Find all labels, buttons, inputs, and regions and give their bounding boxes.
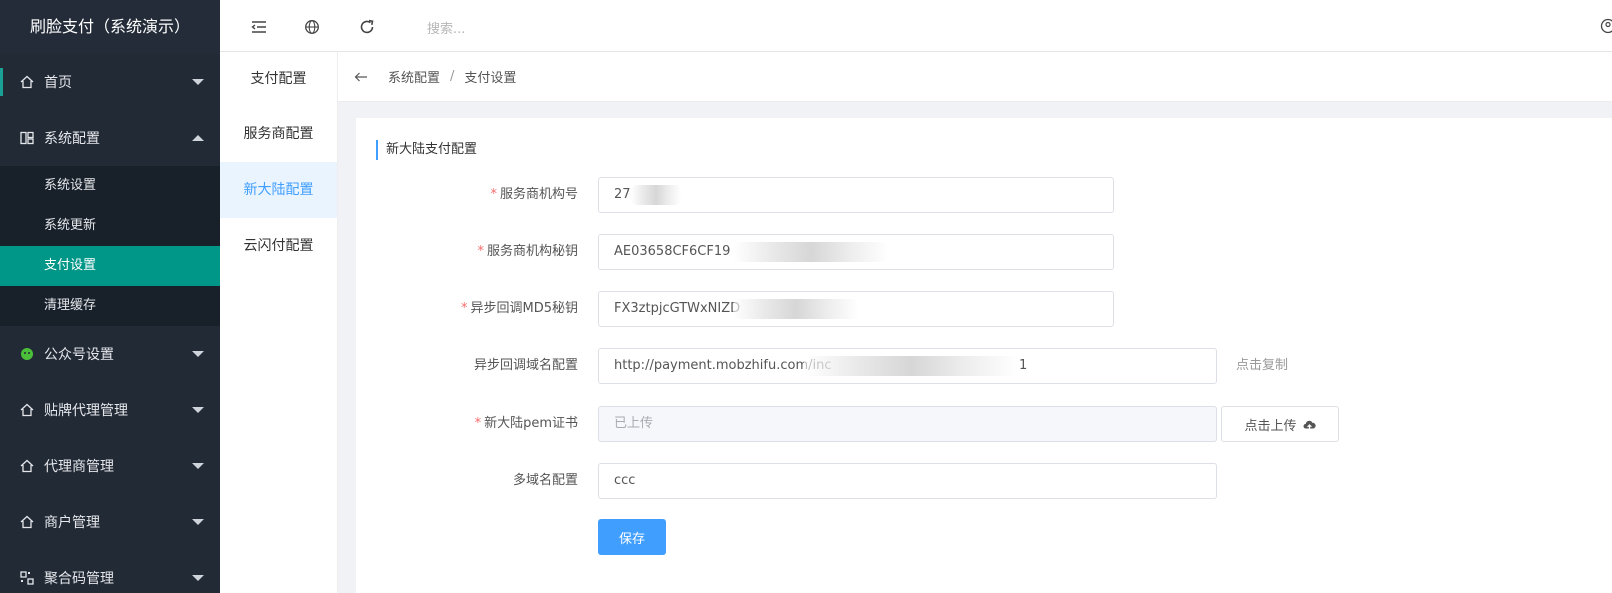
required-mark: * <box>477 244 484 259</box>
form-row-md5-secret: * 异步回调MD5秘钥 FX3ztpjcGTWxNIZD <box>356 291 1612 327</box>
upload-button[interactable]: 点击上传 <box>1221 406 1339 442</box>
form-row-org-secret: * 服务商机构秘钥 AE03658CF6CF19 <box>356 234 1612 270</box>
sidebar-item-label: 代理商管理 <box>44 459 114 475</box>
md5-secret-label: * 异步回调MD5秘钥 <box>461 301 578 316</box>
upload-button-label: 点击上传 <box>1244 418 1297 434</box>
breadcrumb-item-payment-settings: 支付设置 <box>464 71 517 86</box>
sidebar-item-wechat-settings[interactable]: 公众号设置 <box>0 326 220 382</box>
multi-domain-label: 多域名配置 <box>512 473 578 488</box>
app-title: 刷脸支付（系统演示） <box>0 0 220 54</box>
redaction-blur <box>631 185 681 205</box>
org-secret-label: * 服务商机构秘钥 <box>477 244 578 259</box>
qrcode-icon <box>20 571 34 585</box>
form-row-pem-cert: * 新大陆pem证书 已上传 点击上传 <box>356 406 1612 442</box>
home-icon <box>20 75 34 89</box>
newland-config-card: 新大陆支付配置 * 服务商机构号 27 * 服务商机构秘钥 AE03658CF6CF… <box>356 118 1612 593</box>
sidebar-item-home[interactable]: 首页 <box>0 54 220 110</box>
home-icon <box>20 459 34 473</box>
tab-provider-config[interactable]: 服务商配置 <box>220 106 337 162</box>
home-icon <box>20 403 34 417</box>
breadcrumb-separator: / <box>450 69 455 84</box>
required-mark: * <box>474 416 482 431</box>
breadcrumb: 系统配置 / 支付设置 <box>338 52 1612 102</box>
app-root: 刷脸支付（系统演示） 首页 系统配置 系统设置 系统更新 支付设置 清理缓存 公… <box>0 0 1612 593</box>
required-mark: * <box>461 301 468 316</box>
pem-cert-field: 已上传 <box>598 406 1217 442</box>
breadcrumb-item-system-config[interactable]: 系统配置 <box>388 67 440 86</box>
home-icon <box>20 515 34 529</box>
sidebar-item-brand-agent[interactable]: 贴牌代理管理 <box>0 382 220 438</box>
settings-grid-icon <box>20 131 34 145</box>
form-row-callback-domain: 异步回调域名配置 http://payment.mobzhifu.com/inc… <box>356 348 1612 384</box>
refresh-icon[interactable] <box>358 18 376 36</box>
callback-domain-field[interactable]: http://payment.mobzhifu.com/inc 1 <box>598 348 1217 384</box>
callback-domain-label: 异步回调域名配置 <box>473 358 578 373</box>
sidebar: 刷脸支付（系统演示） 首页 系统配置 系统设置 系统更新 支付设置 清理缓存 公… <box>0 0 220 593</box>
active-marker <box>0 68 3 96</box>
callback-domain-tail: 1 <box>1019 358 1028 373</box>
topbar: 搜索... <box>220 0 1612 52</box>
sidebar-item-label: 公众号设置 <box>44 347 114 363</box>
submenu-system-config: 系统设置 系统更新 支付设置 清理缓存 <box>0 166 220 326</box>
chevron-down-icon <box>192 575 204 581</box>
user-icon[interactable] <box>1600 18 1612 34</box>
save-button[interactable]: 保存 <box>598 519 666 555</box>
form-row-org-id: * 服务商机构号 27 <box>356 177 1612 213</box>
chevron-down-icon <box>192 519 204 525</box>
tab-unionpay-config[interactable]: 云闪付配置 <box>220 218 337 274</box>
sidebar-subitem-payment-settings[interactable]: 支付设置 <box>0 246 220 286</box>
search-input[interactable]: 搜索... <box>427 18 465 37</box>
redaction-blur <box>804 356 1018 376</box>
chevron-down-icon <box>192 463 204 469</box>
subnav-title: 支付配置 <box>250 71 307 87</box>
sidebar-item-label: 系统配置 <box>44 131 100 147</box>
sidebar-item-system-config[interactable]: 系统配置 <box>0 110 220 166</box>
form-row-multi-domain: 多域名配置 ccc <box>356 463 1612 499</box>
sidebar-subitem-system-update[interactable]: 系统更新 <box>0 206 220 246</box>
required-mark: * <box>490 187 497 202</box>
chevron-down-icon <box>192 351 204 357</box>
org-id-field[interactable]: 27 <box>598 177 1114 213</box>
redaction-blur <box>733 242 889 262</box>
section-title: 新大陆支付配置 <box>376 140 477 160</box>
pem-cert-label: * 新大陆pem证书 <box>474 416 578 431</box>
form-row-submit: 保存 <box>356 519 1612 555</box>
main-content: 系统配置 / 支付设置 新大陆支付配置 * 服务商机构号 27 * 服务商机构秘钥 … <box>338 52 1612 593</box>
wechat-icon <box>20 347 34 361</box>
sidebar-item-label: 首页 <box>44 75 72 91</box>
globe-icon[interactable] <box>303 18 321 36</box>
org-secret-field[interactable]: AE03658CF6CF19 <box>598 234 1114 270</box>
sidebar-item-label: 聚合码管理 <box>44 571 114 587</box>
back-arrow-icon[interactable] <box>354 70 368 84</box>
copy-link[interactable]: 点击复制 <box>1236 348 1288 384</box>
sidebar-item-agent-management[interactable]: 代理商管理 <box>0 438 220 494</box>
tab-newland-config[interactable]: 新大陆配置 <box>220 162 337 218</box>
org-id-label: * 服务商机构号 <box>490 187 578 202</box>
menu-fold-icon[interactable] <box>250 18 268 36</box>
chevron-down-icon <box>192 79 204 85</box>
sidebar-item-merchant-management[interactable]: 商户管理 <box>0 494 220 550</box>
redaction-blur <box>733 299 859 319</box>
multi-domain-field[interactable]: ccc <box>598 463 1217 499</box>
sidebar-item-label: 贴牌代理管理 <box>44 403 128 419</box>
sidebar-item-aggregate-code[interactable]: 聚合码管理 <box>0 550 220 593</box>
cloud-upload-icon <box>1303 418 1316 431</box>
sidebar-item-label: 商户管理 <box>44 515 100 531</box>
chevron-down-icon <box>192 407 204 413</box>
sidebar-subitem-system-settings[interactable]: 系统设置 <box>0 166 220 206</box>
payment-config-nav: 支付配置 服务商配置 新大陆配置 云闪付配置 <box>220 52 338 593</box>
md5-secret-field[interactable]: FX3ztpjcGTWxNIZD <box>598 291 1114 327</box>
sidebar-subitem-clear-cache[interactable]: 清理缓存 <box>0 286 220 326</box>
chevron-up-icon <box>192 135 204 141</box>
